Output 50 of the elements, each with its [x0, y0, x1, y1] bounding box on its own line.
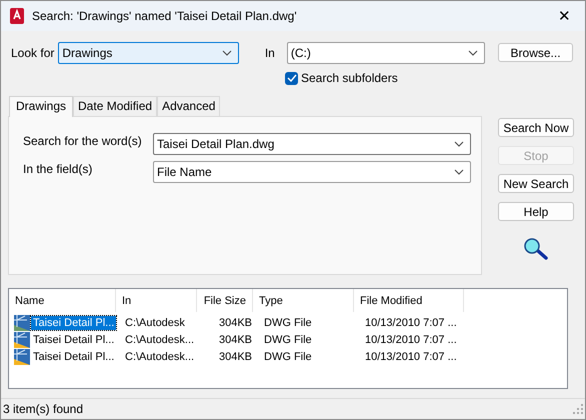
field-label: In the field(s): [23, 162, 94, 176]
table-cell-text: DWG File: [263, 334, 313, 346]
search-subfolders-label: Search subfolders: [301, 71, 398, 85]
table-cell-text: 304KB: [218, 350, 253, 362]
location-dropdown[interactable]: (C:): [286, 42, 486, 64]
column-header[interactable]: In: [116, 289, 197, 312]
chevron-down-icon: [222, 50, 232, 56]
search-subfolders-checkbox[interactable]: [285, 72, 298, 84]
action-button[interactable]: Help: [498, 202, 574, 221]
tab[interactable]: Advanced: [157, 96, 220, 116]
action-button[interactable]: Search Now: [498, 118, 574, 137]
status-text: 3 item(s) found: [3, 402, 84, 416]
window-title: Search: 'Drawings' named 'Taisei Detail Plan.dwg': [32, 9, 298, 23]
table-cell-text: 304KB: [218, 316, 253, 328]
column-header[interactable]: File Modified: [354, 289, 464, 312]
tab[interactable]: Date Modified: [73, 96, 158, 116]
table-cell-text: 10/13/2010 7:07 ...: [364, 316, 458, 328]
drawing-file-icon: [14, 332, 30, 348]
browse-button[interactable]: Browse...: [498, 43, 573, 62]
table-cell-text: C:\Autodesk: [124, 316, 186, 328]
resize-grip-icon: [573, 404, 583, 414]
column-header[interactable]: Name: [9, 289, 116, 312]
file-name[interactable]: Taisei Detail Pl...: [31, 316, 116, 330]
in-label: In: [264, 46, 275, 60]
chevron-down-icon: [468, 50, 478, 56]
drawing-file-icon: [14, 314, 30, 330]
table-cell-text: DWG File: [263, 316, 313, 328]
table-cell-text: 10/13/2010 7:07 ...: [364, 334, 458, 346]
look-for-dropdown[interactable]: Drawings: [58, 42, 239, 64]
table-cell-text: DWG File: [263, 350, 313, 362]
column-header[interactable]: Type: [253, 289, 354, 312]
drawing-file-icon: [14, 348, 30, 364]
magnifier-icon: [522, 237, 550, 261]
table-cell-text: C:\Autodesk...: [124, 350, 196, 362]
close-button[interactable]: ✕: [552, 7, 577, 25]
look-for-label: Look for: [11, 46, 54, 60]
file-name[interactable]: Taisei Detail Pl...: [31, 332, 116, 346]
chevron-down-icon: [454, 169, 464, 175]
field-label: Search for the word(s): [23, 134, 143, 148]
field-dropdown[interactable]: File Name: [153, 161, 471, 183]
file-name[interactable]: Taisei Detail Pl...: [31, 350, 116, 364]
table-cell-text: 304KB: [218, 334, 253, 346]
app-logo-icon: [9, 8, 25, 24]
column-header[interactable]: File Size: [197, 289, 253, 312]
chevron-down-icon: [454, 141, 464, 147]
tab[interactable]: Drawings: [9, 96, 74, 117]
field-dropdown[interactable]: Taisei Detail Plan.dwg: [153, 133, 471, 155]
action-button[interactable]: New Search: [498, 174, 574, 193]
table-cell-text: 10/13/2010 7:07 ...: [364, 350, 458, 362]
table-cell-text: C:\Autodesk...: [124, 334, 196, 346]
